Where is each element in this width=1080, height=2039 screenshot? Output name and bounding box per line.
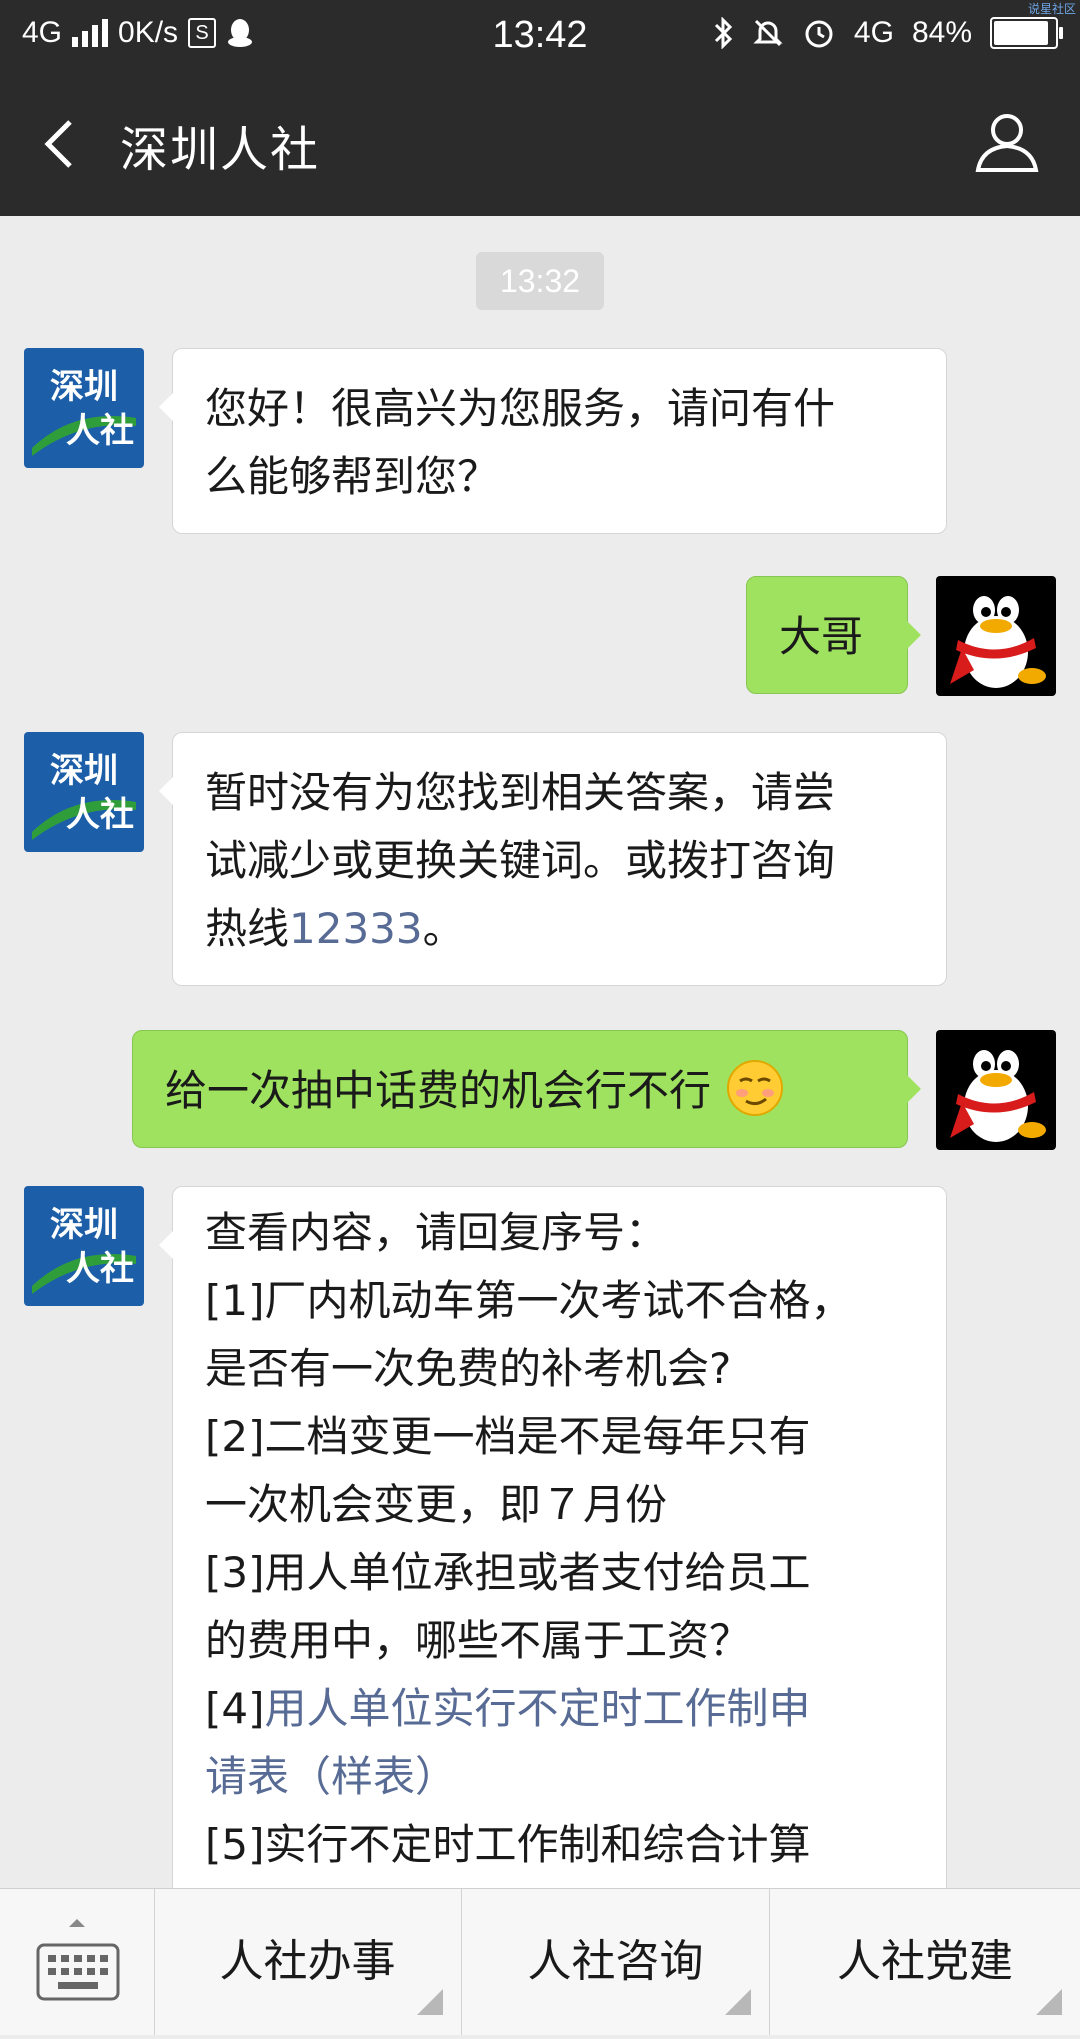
svg-text:人社: 人社: [66, 411, 134, 451]
item-4-link[interactable]: 用人单位实行不定时工作制申: [265, 1684, 811, 1733]
nav-bar: 深圳人社: [0, 72, 1080, 216]
message-text: 。: [422, 904, 465, 953]
svg-text:深圳: 深圳: [50, 751, 118, 791]
message-text: [4]: [205, 1684, 265, 1733]
user-avatar[interactable]: [936, 576, 1056, 696]
submenu-indicator-icon: [1036, 1989, 1062, 2015]
message-text: 一次机会变更，即７月份: [205, 1480, 668, 1529]
item-4-link-continued[interactable]: 请表（样表）: [205, 1743, 914, 1811]
message-text: [2]二档变更一档是不是每年只有: [205, 1412, 811, 1461]
status-bar: 4G 0K/s S 13:42 4G 84% 说星社区: [0, 0, 1080, 72]
submenu-indicator-icon: [725, 1989, 751, 2015]
message-text: [3]用人单位承担或者支付给员工: [205, 1548, 811, 1597]
mute-bell-icon: [753, 19, 783, 47]
message-text: 热线: [205, 904, 290, 953]
svg-text:人社: 人社: [66, 1249, 134, 1289]
message-text: [5]实行不定时工作制和综合计算: [205, 1820, 811, 1869]
menu-label: 人社咨询: [527, 1936, 704, 1987]
message-text: 暂时没有为您找到相关答案，请尝: [205, 768, 836, 817]
message-text-line: 热线12333。: [205, 895, 914, 963]
message-text: 大哥: [779, 612, 864, 661]
message-timestamp: 13:32: [476, 252, 604, 310]
qq-penguin-avatar-icon: [936, 1030, 1056, 1150]
bot-avatar[interactable]: 深圳 人社: [24, 348, 144, 468]
battery-percent: 84%: [911, 16, 972, 49]
chat-area[interactable]: 13:32 深圳 人社 您好！很高兴为您服务，请问有什 么能够帮到您？ 大哥 深…: [0, 216, 1080, 1888]
bot-avatar[interactable]: 深圳 人社: [24, 1186, 144, 1306]
network-type-right: 4G: [853, 16, 894, 49]
alarm-icon: [805, 20, 833, 48]
shenzhen-hrss-logo-icon: 深圳 人社: [24, 1186, 144, 1306]
message-text: 您好！很高兴为您服务，请问有什: [205, 384, 836, 433]
user-message-bubble[interactable]: 给一次抽中话费的机会行不行: [132, 1030, 921, 1148]
svg-text:人社: 人社: [66, 795, 134, 835]
bot-message-bubble[interactable]: 暂时没有为您找到相关答案，请尝 试减少或更换关键词。或拨打咨询 热线12333。: [159, 732, 947, 986]
message-text-line: [4]用人单位实行不定时工作制申: [205, 1675, 914, 1743]
keyboard-toggle-button[interactable]: [0, 1889, 155, 2035]
qq-penguin-avatar-icon: [936, 576, 1056, 696]
menu-label: 人社办事: [219, 1936, 396, 1987]
bot-message-bubble[interactable]: 您好！很高兴为您服务，请问有什 么能够帮到您？: [159, 348, 947, 534]
menu-hrss-services[interactable]: 人社办事: [154, 1889, 462, 2035]
profile-icon[interactable]: [974, 110, 1040, 176]
shenzhen-hrss-logo-icon: 深圳 人社: [24, 732, 144, 852]
message-text: [1]厂内机动车第一次考试不合格，: [205, 1276, 853, 1325]
menu-hrss-party-building[interactable]: 人社党建: [770, 1889, 1080, 2035]
back-icon[interactable]: [30, 114, 90, 174]
message-text: 试减少或更换关键词。或拨打咨询: [205, 836, 836, 885]
bot-message-bubble[interactable]: 查看内容，请回复序号： [1]厂内机动车第一次考试不合格， 是否有一次免费的补考…: [159, 1186, 947, 1888]
submenu-indicator-icon: [417, 1989, 443, 2015]
smirk-emoji-icon: [727, 1060, 784, 1116]
page-title: 深圳人社: [120, 122, 321, 178]
status-right: 4G 84%: [712, 16, 1063, 50]
watermark: 说星社区: [1027, 2, 1076, 16]
user-message-bubble[interactable]: 大哥: [746, 576, 921, 694]
message-text: 的费用中，哪些不属于工资？: [205, 1616, 752, 1665]
svg-text:深圳: 深圳: [50, 1205, 118, 1245]
message-text: 是否有一次免费的补考机会?: [205, 1344, 732, 1393]
message-text: 么能够帮到您？: [205, 452, 500, 501]
message-text: 查看内容，请回复序号：: [205, 1208, 668, 1257]
user-avatar[interactable]: [936, 1030, 1056, 1150]
menu-hrss-consultation[interactable]: 人社咨询: [462, 1889, 770, 2035]
bot-avatar[interactable]: 深圳 人社: [24, 732, 144, 852]
shenzhen-hrss-logo-icon: 深圳 人社: [24, 348, 144, 468]
bottom-menu-bar: 人社办事 人社咨询 人社党建: [0, 1888, 1080, 2035]
menu-label: 人社党建: [837, 1936, 1013, 1987]
battery-icon: [990, 17, 1063, 49]
message-text: 给一次抽中话费的机会行不行: [165, 1066, 712, 1115]
hotline-link[interactable]: 12333: [289, 904, 423, 953]
bluetooth-icon: [714, 17, 733, 49]
svg-text:深圳: 深圳: [50, 367, 118, 407]
keyboard-icon: [36, 1919, 120, 2001]
